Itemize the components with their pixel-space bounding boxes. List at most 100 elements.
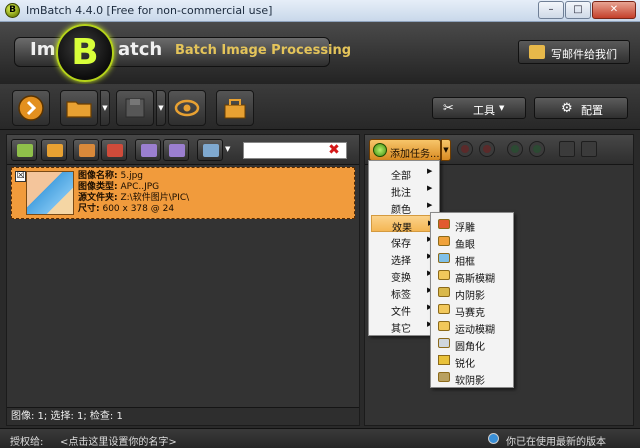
- menu-item-label: 标签: [391, 290, 411, 301]
- effect-label: 浮雕: [455, 223, 475, 234]
- menu-item-other[interactable]: 其它▶: [371, 317, 437, 335]
- image-thumbnail: [26, 171, 74, 215]
- view-mode-dropdown[interactable]: ▼: [225, 145, 230, 153]
- save-button[interactable]: [116, 90, 154, 126]
- effect-round-corners[interactable]: 圆角化: [433, 335, 513, 353]
- open-folder-dropdown[interactable]: ▼: [100, 90, 110, 126]
- tools-menu-button[interactable]: ✂ 工具 ▼: [432, 97, 526, 119]
- write-email-label: 写邮件给我们: [551, 48, 617, 61]
- add-folder-icon: [47, 144, 63, 157]
- update-status-icon: [488, 433, 499, 444]
- status-bar: 授权给: <点击这里设置你的名字> 你已在使用最新的版本: [0, 428, 640, 448]
- add-folder-button[interactable]: [41, 139, 67, 161]
- size-label: 尺寸:: [78, 204, 100, 214]
- item-checkbox[interactable]: ☒: [15, 171, 26, 182]
- minimize-button[interactable]: –: [538, 1, 564, 19]
- search-input[interactable]: ✖: [243, 142, 347, 159]
- move-down-icon: [169, 144, 185, 157]
- effect-soft-shadow[interactable]: 软阴影: [433, 369, 513, 387]
- license-name-link[interactable]: <点击这里设置你的名字>: [60, 433, 177, 448]
- menu-item-annotation[interactable]: 批注 ▶: [371, 181, 437, 199]
- menu-item-label: 全部: [391, 171, 411, 182]
- move-down-button[interactable]: [163, 139, 189, 161]
- view-mode-button[interactable]: [197, 139, 223, 161]
- menu-item-select[interactable]: 选择▶: [371, 249, 437, 267]
- save-tasks-button[interactable]: [581, 141, 597, 157]
- shop-button[interactable]: [216, 90, 254, 126]
- menu-item-color[interactable]: 颜色 ▶: [371, 198, 437, 216]
- effect-inner-shadow[interactable]: 内阴影: [433, 284, 513, 302]
- move-up-icon: [141, 144, 157, 157]
- preview-button[interactable]: [168, 90, 206, 126]
- sharpen-triangle-icon: [438, 355, 450, 365]
- motion-blur-icon: [438, 321, 450, 331]
- add-task-dropdown[interactable]: ▼: [441, 139, 451, 161]
- emboss-icon: [438, 219, 450, 229]
- close-button[interactable]: ✕: [592, 1, 636, 19]
- effect-motion-blur[interactable]: 运动模糊: [433, 318, 513, 336]
- folder-value: Z:\软件图片\PIC\: [120, 193, 190, 203]
- tools-icon: ✂: [443, 101, 454, 116]
- menu-item-label: 变换: [391, 273, 411, 284]
- logo-text-right: atch: [118, 39, 163, 60]
- menu-item-label: 批注: [391, 188, 411, 199]
- menu-item-all[interactable]: 全部 ▶: [371, 164, 437, 182]
- effect-gaussian-blur[interactable]: 高斯模糊: [433, 267, 513, 285]
- effect-label: 圆角化: [455, 342, 485, 353]
- task-up-button[interactable]: [507, 141, 523, 157]
- task-down-button[interactable]: [529, 141, 545, 157]
- clear-search-icon[interactable]: ✖: [326, 142, 342, 158]
- open-folder-button[interactable]: [60, 90, 98, 126]
- config-label: 配置: [581, 104, 603, 117]
- load-tasks-button[interactable]: [559, 141, 575, 157]
- menu-item-label: 选择: [391, 256, 411, 267]
- start-processing-button[interactable]: [12, 90, 50, 126]
- name-label: 图像名称:: [78, 171, 118, 181]
- list-item[interactable]: ☒ 图像名称: 5.jpg 图像类型: APC..JPG 源文件夹: Z:\软件…: [11, 167, 355, 219]
- effect-frame[interactable]: 相框: [433, 250, 513, 268]
- effect-mosaic[interactable]: 马赛克: [433, 301, 513, 319]
- logo-b-icon: B: [56, 24, 114, 82]
- tools-label: 工具: [473, 104, 495, 117]
- effect-emboss[interactable]: 浮雕: [433, 216, 513, 234]
- remove-task-button[interactable]: [457, 141, 473, 157]
- menu-item-save[interactable]: 保存▶: [371, 232, 437, 250]
- menu-item-file[interactable]: 文件▶: [371, 300, 437, 318]
- logo-text-left: Im: [30, 39, 56, 60]
- save-dropdown[interactable]: ▼: [156, 90, 166, 126]
- move-up-button[interactable]: [135, 139, 161, 161]
- effect-label: 锐化: [455, 359, 475, 370]
- add-task-label: 添加任务...: [390, 149, 440, 160]
- add-image-button[interactable]: [11, 139, 37, 161]
- disk-icon: [125, 98, 145, 118]
- clear-tasks-button[interactable]: [479, 141, 495, 157]
- clear-list-button[interactable]: [101, 139, 127, 161]
- logo-subtitle: Batch Image Processing: [175, 43, 352, 58]
- menu-item-tags[interactable]: 标签▶: [371, 283, 437, 301]
- maximize-button[interactable]: □: [565, 1, 591, 19]
- effect-label: 运动模糊: [455, 325, 495, 336]
- menu-item-effects[interactable]: 效果▶: [371, 215, 437, 234]
- effect-sharpen[interactable]: 锐化: [433, 352, 513, 370]
- remove-image-button[interactable]: [73, 139, 99, 161]
- size-value: 600 x 378 @ 24: [102, 204, 175, 214]
- effect-fisheye[interactable]: 鱼眼: [433, 233, 513, 251]
- app-icon: B: [5, 3, 20, 18]
- inner-shadow-icon: [438, 287, 450, 297]
- round-corners-icon: [438, 338, 450, 348]
- chevron-down-icon: ▼: [499, 104, 505, 112]
- version-status: 你已在使用最新的版本: [506, 437, 606, 448]
- fisheye-icon: [438, 236, 450, 246]
- effects-submenu: 浮雕 鱼眼 相框 高斯模糊 内阴影 马赛克 运动模糊 圆角化 锐化 软阴影: [430, 212, 514, 388]
- effect-label: 马赛克: [455, 308, 485, 319]
- window-titlebar: B ImBatch 4.4.0 [Free for non-commercial…: [0, 0, 640, 22]
- add-task-icon: [373, 143, 387, 157]
- write-email-button[interactable]: 写邮件给我们: [518, 40, 630, 64]
- mosaic-icon: [438, 304, 450, 314]
- window-controls: – □ ✕: [538, 1, 636, 19]
- menu-item-label: 保存: [391, 239, 411, 250]
- view-mode-icon: [203, 144, 219, 157]
- add-task-button[interactable]: 添加任务...: [369, 139, 441, 161]
- config-button[interactable]: ⚙ 配置: [534, 97, 628, 119]
- menu-item-transform[interactable]: 变换▶: [371, 266, 437, 284]
